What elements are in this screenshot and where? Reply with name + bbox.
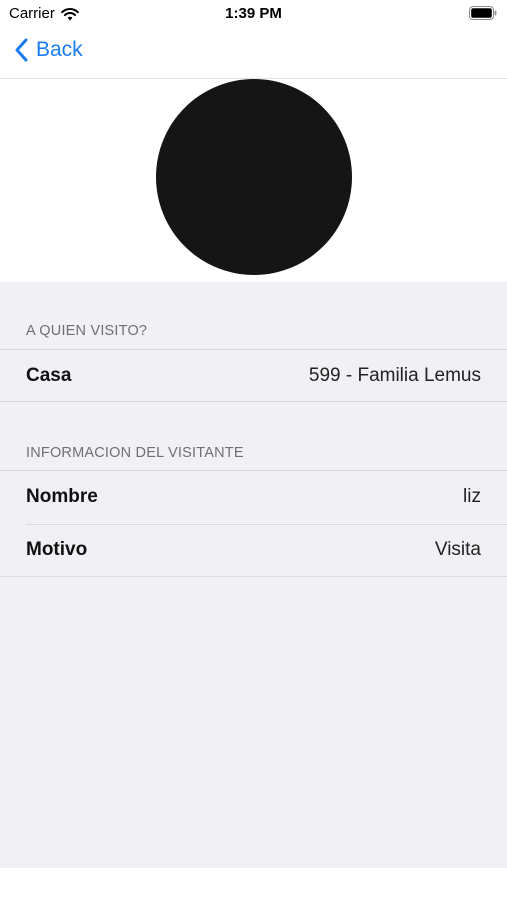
row-motivo[interactable]: Motivo Visita bbox=[0, 524, 507, 577]
row-label-nombre: Nombre bbox=[26, 486, 98, 507]
back-button[interactable]: Back bbox=[14, 38, 83, 62]
navigation-bar: Back bbox=[0, 28, 507, 79]
chevron-left-icon bbox=[15, 38, 28, 62]
bottom-safe-area bbox=[0, 868, 507, 900]
section-header-visitor: INFORMACION DEL VISITANTE bbox=[26, 445, 244, 461]
row-casa[interactable]: Casa 599 - Familia Lemus bbox=[0, 349, 507, 402]
avatar-header bbox=[0, 79, 507, 282]
photo-detail bbox=[329, 112, 332, 115]
section-header-visit: A QUIEN VISITO? bbox=[26, 323, 148, 339]
row-value-motivo: Visita bbox=[434, 539, 481, 560]
row-value-nombre: liz bbox=[463, 486, 481, 507]
visitor-photo[interactable] bbox=[156, 79, 352, 275]
visit-details-table: A QUIEN VISITO? Casa 599 - Familia Lemus… bbox=[0, 282, 507, 868]
row-label-casa: Casa bbox=[26, 364, 72, 386]
row-nombre[interactable]: Nombre liz bbox=[0, 470, 507, 523]
status-bar: Carrier 1:39 PM bbox=[0, 0, 507, 28]
battery-icon bbox=[469, 6, 497, 20]
row-label-motivo: Motivo bbox=[26, 539, 88, 560]
row-value-casa: 599 - Familia Lemus bbox=[308, 364, 481, 386]
back-label: Back bbox=[36, 38, 83, 61]
status-time: 1:39 PM bbox=[225, 5, 282, 22]
